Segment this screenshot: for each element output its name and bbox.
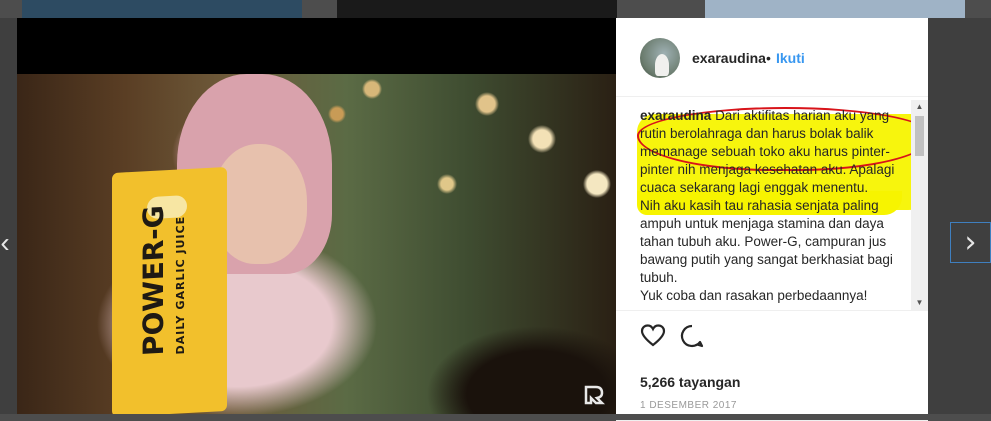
comment-icon[interactable] (679, 323, 705, 349)
chevron-right-icon: › (964, 225, 977, 260)
next-post-button[interactable]: › (950, 222, 991, 263)
previous-post-button[interactable]: ‹ (0, 227, 16, 258)
post-actions: 5,266 tayangan 1 DESEMBER 2017 (616, 310, 928, 421)
caption-line: Dari aktifitas harian aku yang (715, 108, 890, 123)
caption-line: pinter nih menjaga kesehatan aku. Apalag… (640, 162, 895, 177)
post-caption: exaraudina Dari aktifitas harian aku yan… (637, 107, 928, 305)
view-count: 5,266 tayangan (640, 374, 741, 390)
post-video[interactable]: POWER-G DAILY GARLIC JUICE (17, 18, 616, 414)
caption-line: rutin berolahraga dan harus bolak balik (640, 126, 874, 141)
chevron-left-icon: ‹ (0, 227, 10, 258)
watermark-logo-icon (584, 385, 605, 405)
caption-line: tahan tubuh aku. Power-G, campuran jus (640, 234, 887, 249)
caption-line: bawang putih yang sangat berkhasiat bagi (640, 252, 893, 267)
post-date: 1 DESEMBER 2017 (640, 400, 737, 411)
scrollbar-thumb[interactable] (915, 116, 924, 156)
heart-icon[interactable] (640, 323, 666, 349)
product-tagline: DAILY GARLIC JUICE (174, 215, 187, 355)
caption-username[interactable]: exaraudina (640, 108, 711, 123)
scroll-down-icon[interactable]: ▼ (911, 296, 928, 310)
follow-button[interactable]: Ikuti (776, 50, 805, 66)
comments-area[interactable]: exaraudina Dari aktifitas harian aku yan… (616, 97, 928, 310)
caption-text: exaraudina Dari aktifitas harian aku yan… (640, 107, 928, 305)
comments-scrollbar[interactable]: ▲ ▼ (911, 100, 928, 310)
scroll-up-icon[interactable]: ▲ (911, 100, 928, 114)
caption-line: memanage sebuah toko aku harus pinter- (640, 144, 890, 159)
video-frame: POWER-G DAILY GARLIC JUICE (17, 74, 616, 414)
caption-line: Nih aku kasih tau rahasia senjata paling (640, 198, 879, 213)
post-modal: POWER-G DAILY GARLIC JUICE exaraudina • … (17, 18, 928, 421)
avatar-figure (655, 54, 669, 76)
caption-line: cuaca sekarang lagi enggak menentu. (640, 180, 869, 195)
post-header: exaraudina • Ikuti (616, 18, 928, 97)
post-sidebar: exaraudina • Ikuti exaraudina Dari aktif… (616, 18, 928, 421)
background-thumbnail (705, 0, 965, 18)
caption-line: Yuk coba dan rasakan perbedaannya! (640, 288, 868, 303)
username-link[interactable]: exaraudina (692, 50, 766, 66)
caption-line: ampuh untuk menjaga stamina dan daya (640, 216, 884, 231)
caption-line: tubuh. (640, 270, 678, 285)
product-package: POWER-G DAILY GARLIC JUICE (112, 166, 227, 414)
separator-dot: • (766, 50, 771, 66)
product-name: POWER-G (137, 204, 170, 357)
avatar[interactable] (640, 38, 680, 78)
background-thumbnail (22, 0, 302, 18)
background-thumbnail (337, 0, 617, 18)
